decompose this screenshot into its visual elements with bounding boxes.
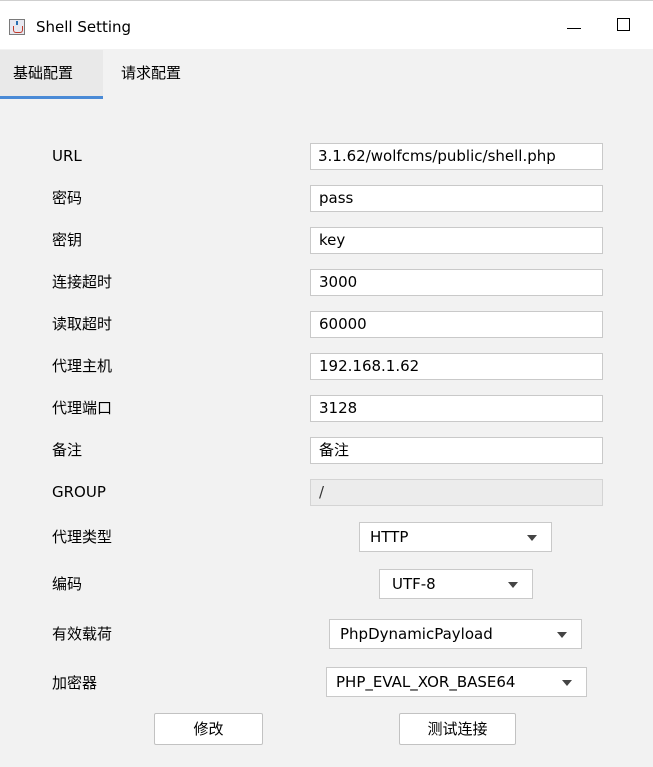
cryption-label: 加密器 [52,674,98,692]
proxy-host-input[interactable]: 192.168.1.62 [310,353,603,380]
cryption-value: PHP_EVAL_XOR_BASE64 [336,673,516,691]
connect-timeout-label: 连接超时 [52,273,113,291]
chevron-down-icon [562,680,572,686]
remark-label: 备注 [52,441,83,459]
proxy-type-value: HTTP [370,528,409,546]
proxy-type-select[interactable]: HTTP [359,522,552,552]
secret-key-label: 密钥 [52,231,83,249]
url-label: URL [52,147,82,165]
minimize-button[interactable] [562,15,584,35]
encoding-label: 编码 [52,575,83,593]
chevron-down-icon [557,632,567,638]
maximize-button[interactable] [617,18,630,31]
proxy-type-label: 代理类型 [52,528,113,546]
group-input: / [310,479,603,506]
read-timeout-label: 读取超时 [52,315,113,333]
test-connection-button[interactable]: 测试连接 [399,713,516,745]
password-label: 密码 [52,189,83,207]
proxy-port-input[interactable]: 3128 [310,395,603,422]
window-title: Shell Setting [36,18,132,36]
tab-basic-config[interactable]: 基础配置 [0,50,103,99]
chevron-down-icon [508,582,518,588]
connect-timeout-input[interactable]: 3000 [310,269,603,296]
password-input[interactable]: pass [310,185,603,212]
encoding-value: UTF-8 [392,575,436,593]
group-label: GROUP [52,483,106,501]
secret-key-input[interactable]: key [310,227,603,254]
url-input[interactable]: 3.1.62/wolfcms/public/shell.php [310,143,603,170]
payload-select[interactable]: PhpDynamicPayload [329,619,582,649]
shell-setting-window: Shell Setting 基础配置 请求配置 URL 3.1.62/wolfc… [0,0,653,767]
payload-value: PhpDynamicPayload [340,625,493,643]
tab-bar: 基础配置 请求配置 [0,50,653,99]
cryption-select[interactable]: PHP_EVAL_XOR_BASE64 [326,667,587,697]
tab-request-config[interactable]: 请求配置 [121,50,211,99]
proxy-port-label: 代理端口 [52,399,113,417]
java-app-icon [9,19,25,35]
remark-input[interactable]: 备注 [310,437,603,464]
payload-label: 有效载荷 [52,625,113,643]
encoding-select[interactable]: UTF-8 [379,569,533,599]
chevron-down-icon [527,535,537,541]
modify-button[interactable]: 修改 [154,713,263,745]
proxy-host-label: 代理主机 [52,357,113,375]
title-bar: Shell Setting [0,1,653,49]
read-timeout-input[interactable]: 60000 [310,311,603,338]
